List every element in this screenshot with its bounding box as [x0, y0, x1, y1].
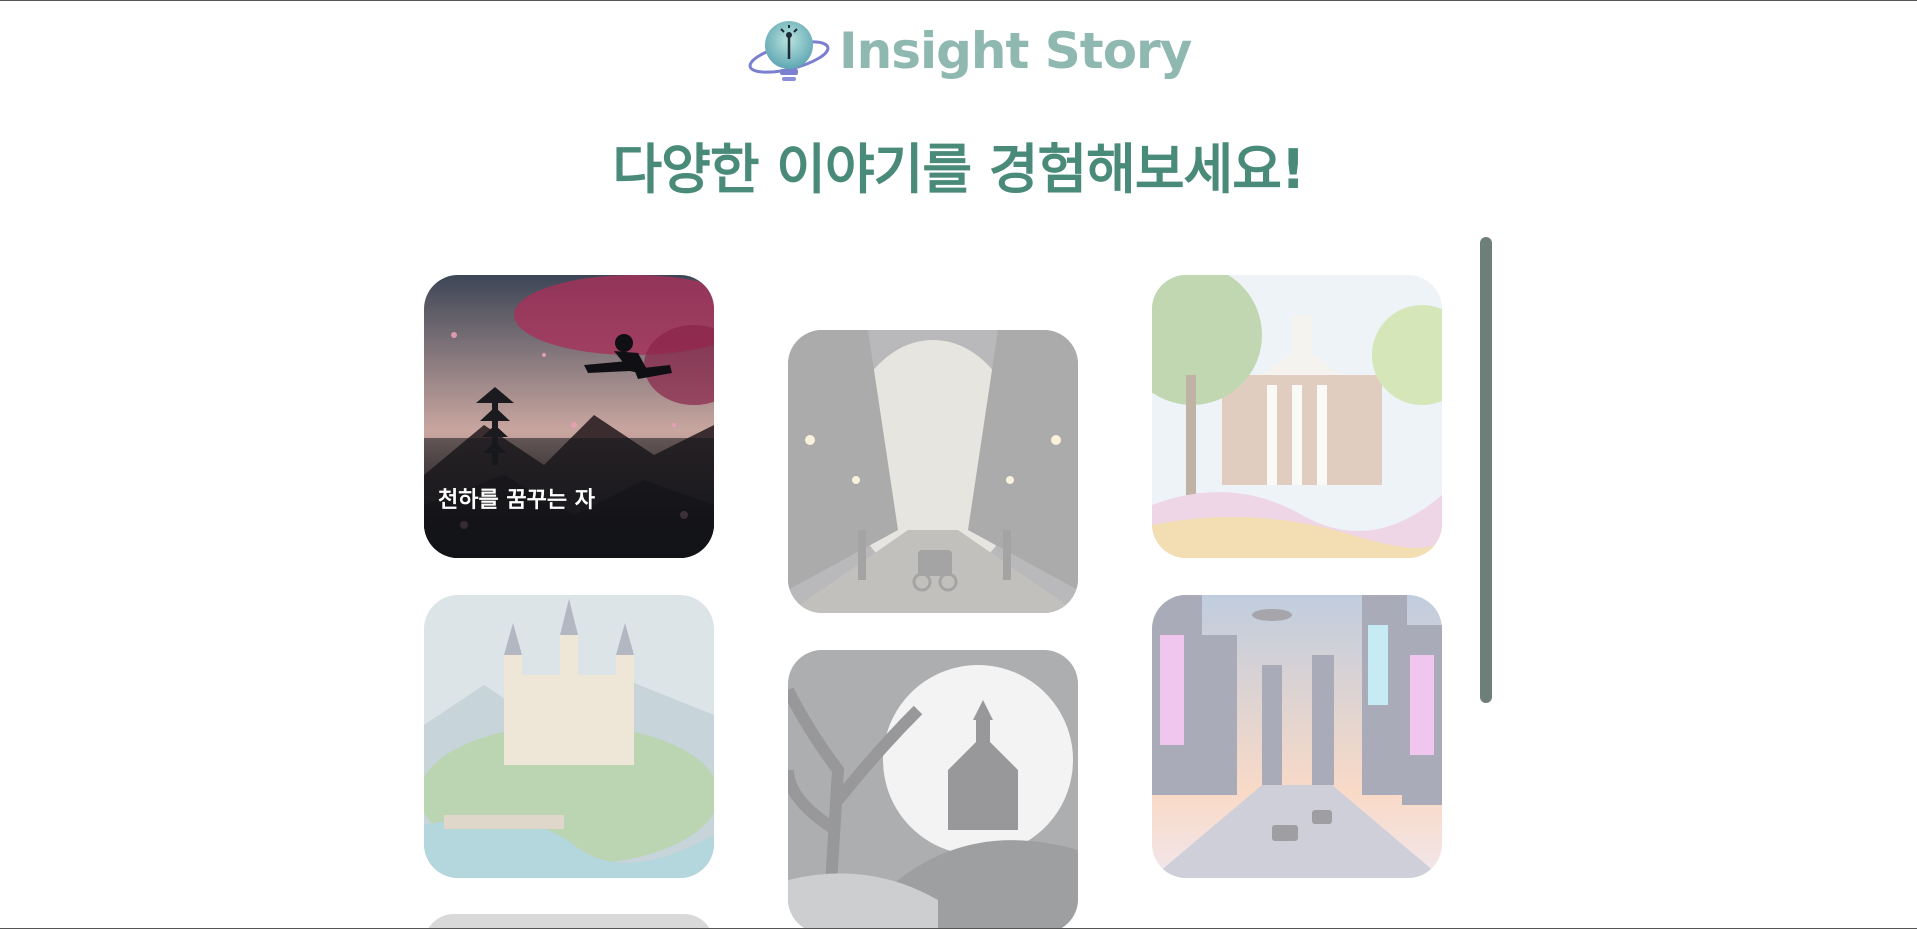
- story-image-victorian-street: [788, 330, 1078, 613]
- scrollbar-thumb[interactable]: [1480, 237, 1492, 703]
- app-frame: Insight Story 다양한 이야기를 경험해보세요! 천하를 꿈꾸는 자: [0, 0, 1917, 929]
- page-title: 다양한 이야기를 경험해보세요!: [612, 138, 1305, 201]
- lightbulb-planet-icon: [748, 21, 830, 81]
- story-title: 천하를 꿈꾸는 자: [438, 488, 595, 513]
- story-image-haunted-house: [788, 650, 1078, 928]
- story-card-4[interactable]: [424, 595, 714, 878]
- brand-name: Insight Story: [839, 22, 1192, 80]
- story-card-2[interactable]: [788, 330, 1078, 613]
- story-card-6[interactable]: [1152, 595, 1442, 878]
- story-card-5[interactable]: [788, 650, 1078, 928]
- story-card-7-partial[interactable]: [424, 914, 714, 928]
- brand-logo[interactable]: Insight Story: [747, 13, 1192, 89]
- story-card-3[interactable]: [1152, 275, 1442, 558]
- story-image-fantasy-castle: [424, 595, 714, 878]
- story-image-academy-campus: [1152, 275, 1442, 558]
- story-image-future-city: [1152, 595, 1442, 878]
- story-card-1[interactable]: 천하를 꿈꾸는 자: [424, 275, 714, 558]
